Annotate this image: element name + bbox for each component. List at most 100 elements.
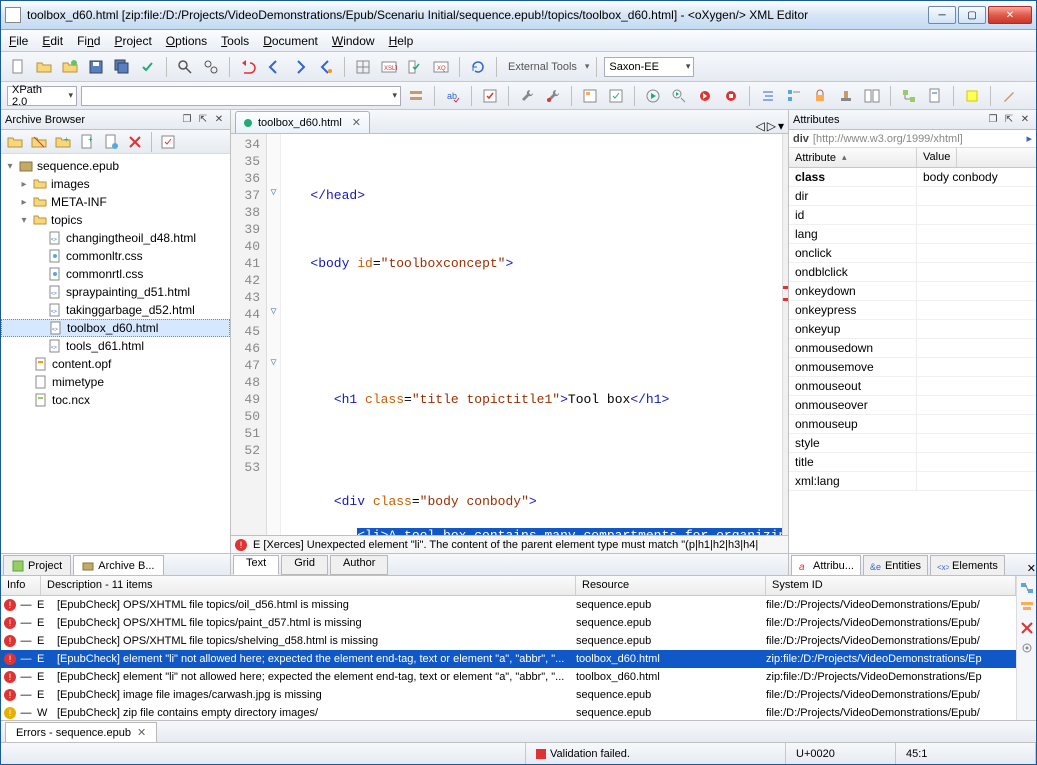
panel-close-icon[interactable]: ✕ <box>212 113 226 127</box>
archive-open-icon[interactable] <box>4 131 26 153</box>
brush-icon[interactable] <box>998 85 1020 107</box>
xquery-icon[interactable]: XQ <box>430 56 452 78</box>
attr-row[interactable]: title <box>789 453 1036 472</box>
error-row[interactable]: !—E[EpubCheck] OPS/XHTML file topics/pai… <box>1 614 1016 632</box>
tab-close-icon[interactable]: ✕ <box>137 726 146 739</box>
tree-folder-meta[interactable]: ▸META-INF <box>1 193 230 211</box>
tree-file[interactable]: commonrtl.css <box>1 265 230 283</box>
tree-folder-images[interactable]: ▸images <box>1 175 230 193</box>
new-file-icon[interactable] <box>7 56 29 78</box>
attr-row[interactable]: onmouseout <box>789 377 1036 396</box>
tree-file[interactable]: <>changingtheoil_d48.html <box>1 229 230 247</box>
attributes-context[interactable]: div [http://www.w3.org/1999/xhtml] ▸ <box>789 130 1036 148</box>
tree-file-selected[interactable]: <>toolbox_d60.html <box>1 319 230 337</box>
highlight-icon[interactable] <box>961 85 983 107</box>
tab-archive-browser[interactable]: Archive B... <box>73 555 163 575</box>
save-icon[interactable] <box>85 56 107 78</box>
debug2-icon[interactable] <box>720 85 742 107</box>
mode-author-tab[interactable]: Author <box>330 555 388 575</box>
menu-options[interactable]: Options <box>166 34 207 48</box>
editor-tab-close-icon[interactable]: ✕ <box>352 116 361 129</box>
save-all-icon[interactable] <box>111 56 133 78</box>
archive-add-file2-icon[interactable] <box>100 131 122 153</box>
attributes-table[interactable]: Attribute Value classbody conbody dir id… <box>789 148 1036 553</box>
attr-row[interactable]: id <box>789 206 1036 225</box>
tree-folder-topics[interactable]: ▾topics <box>1 211 230 229</box>
xpath-expression-input[interactable] <box>81 86 401 106</box>
archive-delete-icon[interactable] <box>124 131 146 153</box>
tree-file[interactable]: commonltr.css <box>1 247 230 265</box>
error-row[interactable]: !—W[EpubCheck] zip file contains empty d… <box>1 704 1016 720</box>
panel-restore-icon[interactable]: ❐ <box>180 113 194 127</box>
attributes-header-row[interactable]: Attribute Value <box>789 148 1036 168</box>
minimize-button[interactable]: ─ <box>928 6 956 24</box>
archive-tree[interactable]: ▾sequence.epub ▸images ▸META-INF ▾topics… <box>1 154 230 553</box>
close-button[interactable]: ✕ <box>988 6 1032 24</box>
attr-row[interactable]: style <box>789 434 1036 453</box>
error-row[interactable]: !—E[EpubCheck] OPS/XHTML file topics/she… <box>1 632 1016 650</box>
tab-list-icon[interactable]: ▾ <box>778 119 784 133</box>
attr-row[interactable]: onclick <box>789 244 1036 263</box>
mode-text-tab[interactable]: Text <box>233 555 279 575</box>
attr-row[interactable]: lang <box>789 225 1036 244</box>
tab-project[interactable]: Project <box>3 555 71 575</box>
attr-row[interactable]: onmouseup <box>789 415 1036 434</box>
debug-icon[interactable] <box>694 85 716 107</box>
menu-help[interactable]: Help <box>389 34 414 48</box>
outline-icon[interactable] <box>783 85 805 107</box>
errors-header[interactable]: Info Description - 11 items Resource Sys… <box>1 576 1016 596</box>
menu-tools[interactable]: Tools <box>221 34 249 48</box>
col-systemid[interactable]: System ID <box>766 576 1016 595</box>
menu-project[interactable]: Project <box>114 34 151 48</box>
back-icon[interactable] <box>263 56 285 78</box>
undo-icon[interactable] <box>237 56 259 78</box>
forward-icon[interactable] <box>289 56 311 78</box>
last-mod-icon[interactable] <box>315 56 337 78</box>
attr-row[interactable]: onmousedown <box>789 339 1036 358</box>
attr-col-name[interactable]: Attribute <box>789 148 917 167</box>
search-icon[interactable] <box>174 56 196 78</box>
attr-row[interactable]: ondblclick <box>789 263 1036 282</box>
search-replace-icon[interactable] <box>200 56 222 78</box>
link-editor-icon[interactable] <box>1019 580 1035 596</box>
panel-restore-icon[interactable]: ❐ <box>986 113 1000 127</box>
wrench-icon[interactable] <box>516 85 538 107</box>
col-description[interactable]: Description - 11 items <box>41 576 576 595</box>
format-icon[interactable] <box>757 85 779 107</box>
tree-file[interactable]: content.opf <box>1 355 230 373</box>
open-icon[interactable] <box>33 56 55 78</box>
tree-file[interactable]: <>spraypainting_d51.html <box>1 283 230 301</box>
validate-icon[interactable] <box>137 56 159 78</box>
compare-icon[interactable] <box>861 85 883 107</box>
archive-add-file-icon[interactable]: + <box>76 131 98 153</box>
scenario2-icon[interactable] <box>605 85 627 107</box>
attr-row[interactable]: onkeyup <box>789 320 1036 339</box>
errors-list[interactable]: !—E[EpubCheck] OPS/XHTML file topics/oil… <box>1 596 1016 720</box>
archive-validate-icon[interactable] <box>157 131 179 153</box>
chevron-right-icon[interactable]: ▸ <box>1026 132 1032 145</box>
code-editor[interactable]: 3435363738394041424344454647484950515253… <box>231 134 788 535</box>
tree-icon[interactable] <box>898 85 920 107</box>
panel-close-icon[interactable]: ✕ <box>1018 113 1032 127</box>
error-row[interactable]: !—E[EpubCheck] OPS/XHTML file topics/oil… <box>1 596 1016 614</box>
tab-next-icon[interactable]: ▷ <box>767 119 776 133</box>
attr-col-value[interactable]: Value <box>917 148 957 167</box>
wrench2-icon[interactable] <box>542 85 564 107</box>
panel-pin-icon[interactable]: ⇱ <box>1002 113 1016 127</box>
run-wrench-icon[interactable] <box>668 85 690 107</box>
maximize-button[interactable]: ▢ <box>958 6 986 24</box>
open-url-icon[interactable] <box>59 56 81 78</box>
archive-close-icon[interactable] <box>28 131 50 153</box>
attr-row[interactable]: onmouseover <box>789 396 1036 415</box>
menu-edit[interactable]: Edit <box>42 34 63 48</box>
error-row[interactable]: !—E[EpubCheck] element "li" not allowed … <box>1 650 1016 668</box>
overview-ruler[interactable] <box>782 134 788 535</box>
tree-file[interactable]: mimetype <box>1 373 230 391</box>
error-row[interactable]: !—E[EpubCheck] element "li" not allowed … <box>1 668 1016 686</box>
settings-icon[interactable] <box>1019 640 1035 656</box>
validate-red-icon[interactable] <box>479 85 501 107</box>
xpath-version-dropdown[interactable]: XPath 2.0 <box>7 86 77 106</box>
remove-all-icon[interactable] <box>1019 620 1035 636</box>
xpath-options-icon[interactable] <box>405 85 427 107</box>
attr-row[interactable]: dir <box>789 187 1036 206</box>
